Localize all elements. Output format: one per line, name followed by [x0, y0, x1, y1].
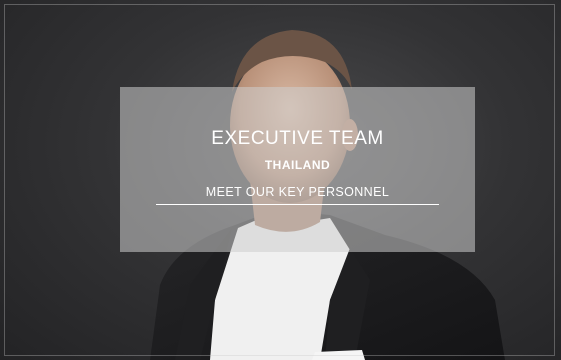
- section-subtitle: THAILAND: [264, 158, 331, 172]
- section-title: EXECUTIVE TEAM: [211, 128, 384, 149]
- meet-personnel-link[interactable]: MEET OUR KEY PERSONNEL: [156, 185, 439, 205]
- overlay-card: EXECUTIVE TEAM THAILAND MEET OUR KEY PER…: [120, 87, 475, 252]
- hero-banner: EXECUTIVE TEAM THAILAND MEET OUR KEY PER…: [0, 0, 561, 360]
